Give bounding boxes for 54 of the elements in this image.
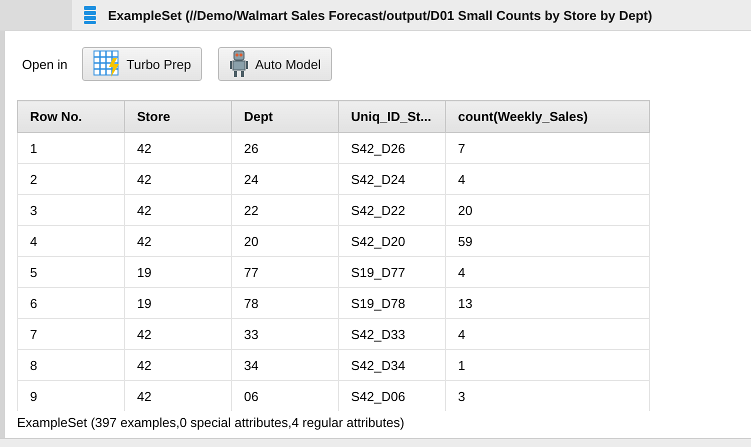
status-text: ExampleSet (397 examples,0 special attributes,4 regular attributes): [16, 414, 406, 432]
table-cell: 6: [18, 288, 124, 318]
table-cell: 26: [232, 132, 338, 164]
table-cell: 34: [232, 350, 338, 380]
table-cell: 19: [124, 256, 232, 288]
table-cell: 77: [232, 256, 338, 288]
table-cell: S42_D33: [338, 318, 446, 350]
table-cell: 42: [124, 164, 232, 194]
column-header[interactable]: Row No.: [18, 100, 124, 132]
table-cell: 4: [446, 318, 650, 350]
open-button[interactable]: Turbo Prep: [82, 47, 202, 81]
table-cell: 24: [232, 164, 338, 194]
table-cell: 33: [232, 318, 338, 350]
table-cell: 8: [18, 350, 124, 380]
table-cell: S19_D78: [338, 288, 446, 318]
column-header[interactable]: Uniq_ID_St...: [338, 100, 446, 132]
table-cell: S42_D22: [338, 194, 446, 226]
table-cell: 19: [124, 288, 232, 318]
table-cell: 7: [446, 132, 650, 164]
table-cell: S42_D26: [338, 132, 446, 164]
robot-icon: [229, 50, 250, 78]
table-cell: 1: [446, 350, 650, 380]
table-cell: 4: [446, 164, 650, 194]
table-cell: 42: [124, 132, 232, 164]
open-button[interactable]: Auto Model: [218, 47, 332, 81]
table-cell: 20: [232, 226, 338, 256]
table-cell: S19_D77: [338, 256, 446, 288]
table-cell: 1: [18, 132, 124, 164]
table-cell: S42_D24: [338, 164, 446, 194]
table-cell: 42: [124, 318, 232, 350]
table-cell: 4: [446, 256, 650, 288]
column-header[interactable]: count(Weekly_Sales): [446, 100, 650, 132]
table-cell: 42: [124, 194, 232, 226]
table-cell: 22: [232, 194, 338, 226]
table-cell: 5: [18, 256, 124, 288]
database-icon: [84, 6, 96, 24]
table-cell: S42_D34: [338, 350, 446, 380]
open-in-label: Open in: [22, 56, 68, 72]
table-cell: 3: [18, 194, 124, 226]
table-cell: 13: [446, 288, 650, 318]
table-cell: 42: [124, 350, 232, 380]
table-cell: 78: [232, 288, 338, 318]
table-cell: 9: [18, 380, 124, 411]
table-cell: 2: [18, 164, 124, 194]
table-cell: S42_D20: [338, 226, 446, 256]
grid-icon: [92, 50, 121, 78]
table-cell: 20: [446, 194, 650, 226]
table-cell: 42: [124, 226, 232, 256]
table-cell: 7: [18, 318, 124, 350]
table-cell: 4: [18, 226, 124, 256]
column-header[interactable]: Store: [124, 100, 232, 132]
column-header[interactable]: Dept: [232, 100, 338, 132]
tab-title: ExampleSet (//Demo/Walmart Sales Forecast/output/D01 Small Counts by Store by Dept): [108, 8, 652, 22]
table-cell: 59: [446, 226, 650, 256]
